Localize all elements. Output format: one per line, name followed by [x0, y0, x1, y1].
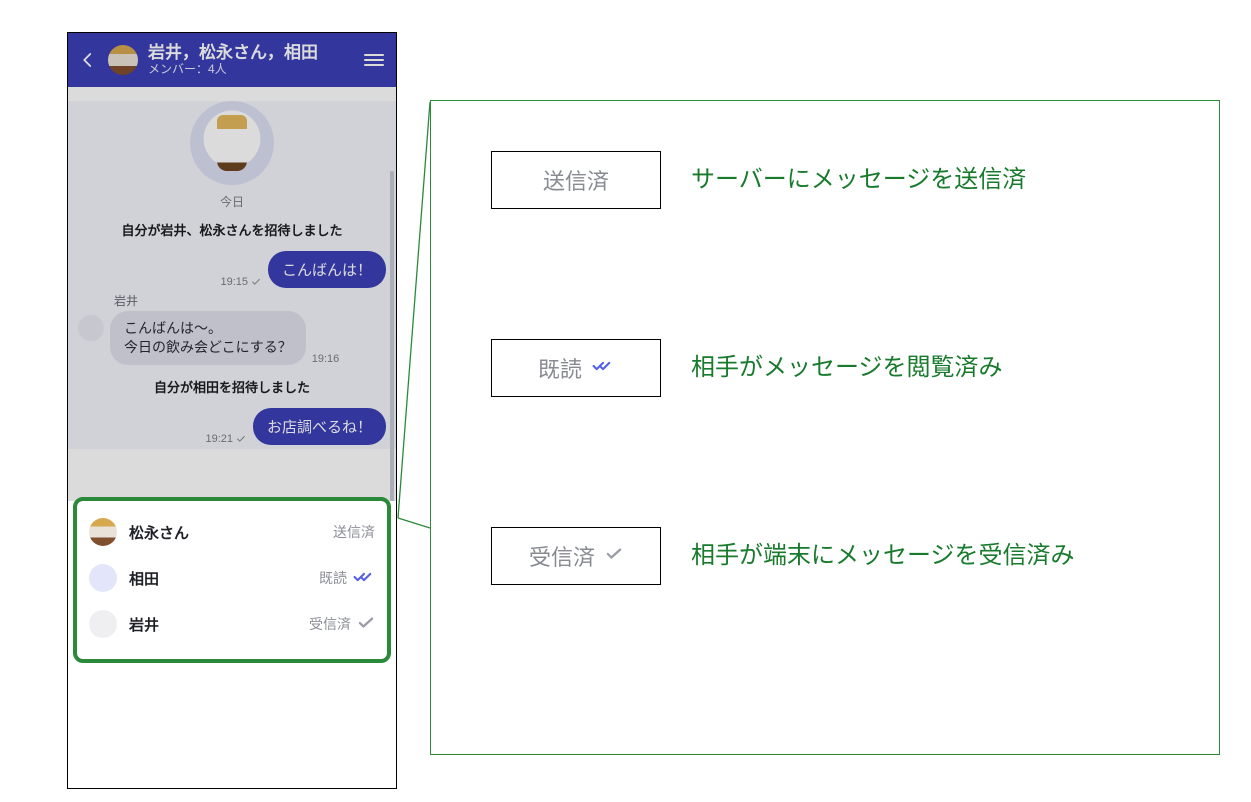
- received-message-row: こんばんは〜。 今日の飲み会どこにする？ 19:16: [68, 307, 396, 369]
- member-avatar: [89, 610, 117, 638]
- legend-badge-label: 送信済: [543, 164, 609, 196]
- system-message: 自分が岩井、松永さんを招待しました: [76, 220, 388, 239]
- status-row: 松永さん 送信済: [89, 509, 375, 555]
- sent-message-row: 19:15 こんばんは！: [68, 247, 396, 292]
- read-status-panel: 松永さん 送信済 相田 既読 岩井 受信済: [73, 497, 391, 663]
- status-label: 既読: [319, 568, 375, 588]
- legend-description: 相手が端末にメッセージを受信済み: [691, 539, 1075, 574]
- legend-badge: 受信済: [491, 527, 661, 585]
- legend-description: 相手がメッセージを閲覧済み: [691, 351, 1003, 386]
- scrollbar[interactable]: [390, 171, 394, 501]
- legend-item-received: 受信済 相手が端末にメッセージを受信済み: [491, 527, 1189, 585]
- back-arrow-icon[interactable]: [78, 50, 98, 70]
- received-bubble: こんばんは〜。 今日の飲み会どこにする？: [110, 311, 306, 365]
- chat-header: 岩井，松永さん，相田 メンバー：4人: [68, 33, 396, 87]
- menu-icon[interactable]: [364, 50, 384, 70]
- callout-connector: [396, 100, 432, 530]
- member-name: 松永さん: [129, 522, 321, 543]
- status-row: 岩井 受信済: [89, 601, 375, 647]
- status-label: 受信済: [309, 614, 375, 634]
- double-check-icon: [592, 359, 614, 378]
- status-label: 送信済: [333, 522, 375, 542]
- timestamp-text: 19:21: [205, 433, 233, 445]
- chat-body: 今日 自分が岩井、松永さんを招待しました 19:15 こんばんは！ 岩井 こんば…: [68, 101, 396, 449]
- chat-title: 岩井，松永さん，相田: [148, 43, 318, 63]
- member-avatar: [89, 564, 117, 592]
- status-text: 受信済: [309, 614, 351, 634]
- header-avatar: [108, 45, 138, 75]
- sent-message-row: 19:21 お店調べるね！: [68, 404, 396, 449]
- message-timestamp: 19:21: [205, 433, 247, 445]
- legend-item-sent: 送信済 サーバーにメッセージを送信済: [491, 151, 1189, 209]
- chat-screen-dimmed: 岩井，松永さん，相田 メンバー：4人 今日 自分が岩井、松永さんを招待しました …: [68, 33, 396, 501]
- single-check-icon: [605, 547, 623, 566]
- legend-item-read: 既読 相手がメッセージを閲覧済み: [491, 339, 1189, 397]
- member-name: 岩井: [129, 614, 297, 635]
- blank-area: [68, 663, 396, 788]
- member-name: 相田: [129, 568, 307, 589]
- sent-bubble: こんばんは！: [268, 251, 386, 288]
- status-row: 相田 既読: [89, 555, 375, 601]
- sent-bubble: お店調べるね！: [253, 408, 386, 445]
- sender-avatar: [78, 315, 104, 341]
- timestamp-text: 19:15: [220, 276, 248, 288]
- group-avatar: [190, 101, 274, 185]
- system-message: 自分が相田を招待しました: [76, 377, 388, 396]
- single-check-icon: [357, 616, 375, 633]
- legend-badge-label: 受信済: [529, 540, 595, 572]
- message-timestamp: 19:15: [220, 276, 262, 288]
- message-timestamp: 19:16: [312, 353, 340, 365]
- status-text: 送信済: [333, 522, 375, 542]
- chat-subtitle: メンバー：4人: [148, 63, 318, 77]
- legend-badge: 既読: [491, 339, 661, 397]
- legend-description: サーバーにメッセージを送信済: [691, 163, 1026, 198]
- legend-badge: 送信済: [491, 151, 661, 209]
- legend-box: 送信済 サーバーにメッセージを送信済 既読 相手がメッセージを閲覧済み 受信済 …: [430, 100, 1220, 755]
- member-avatar: [89, 518, 117, 546]
- phone-screenshot: 岩井，松永さん，相田 メンバー：4人 今日 自分が岩井、松永さんを招待しました …: [67, 32, 397, 789]
- date-separator: 今日: [68, 193, 396, 210]
- double-check-icon: [353, 570, 375, 587]
- status-text: 既読: [319, 568, 347, 588]
- legend-badge-label: 既読: [538, 352, 582, 384]
